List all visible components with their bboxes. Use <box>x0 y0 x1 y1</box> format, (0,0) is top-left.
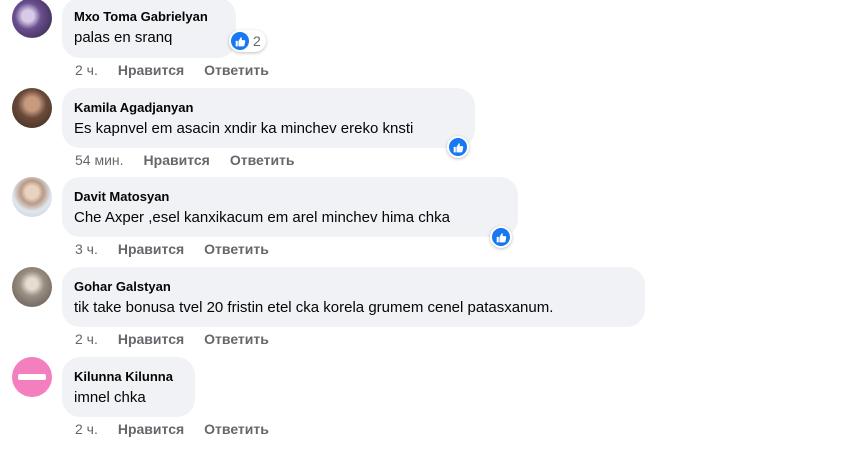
reaction-count: 2 <box>253 33 261 49</box>
comment-bubble: Kamila Agadjanyan Es kapnvel em asacin x… <box>62 88 475 148</box>
comment-actions: 2 ч. Нравится Ответить <box>75 331 289 347</box>
like-button[interactable]: Нравится <box>118 62 184 78</box>
comment-bubble: Мхо Toma Gabrielyan palas en sranq <box>62 0 236 58</box>
like-icon <box>449 138 467 156</box>
comment-text: Che Axper ,esel kanxikacum em arel minch… <box>74 209 450 226</box>
comment-bubble: Kilunna Kilunna imnel chka <box>62 357 195 417</box>
logo-icon <box>18 374 46 380</box>
avatar[interactable] <box>12 267 52 307</box>
reaction-summary[interactable] <box>490 226 512 248</box>
like-icon <box>492 228 510 246</box>
comment-author[interactable]: Мхо Toma Gabrielyan <box>74 9 224 25</box>
comment-author[interactable]: Davit Matosyan <box>74 189 506 205</box>
reply-button[interactable]: Ответить <box>204 331 269 347</box>
comment-actions: 2 ч. Нравится Ответить <box>75 421 289 437</box>
comment-bubble: Davit Matosyan Che Axper ,esel kanxikacu… <box>62 177 518 237</box>
avatar[interactable] <box>12 88 52 128</box>
like-button[interactable]: Нравится <box>118 331 184 347</box>
like-icon <box>231 32 249 50</box>
avatar[interactable] <box>12 177 52 217</box>
comment-text: Es kapnvel em asacin xndir ka minchev er… <box>74 120 414 137</box>
comment-author[interactable]: Kilunna Kilunna <box>74 369 183 385</box>
comment-author[interactable]: Gohar Galstyan <box>74 279 633 295</box>
avatar[interactable] <box>12 0 52 38</box>
comment-timestamp[interactable]: 54 мин. <box>75 152 124 168</box>
reaction-summary[interactable] <box>447 136 469 158</box>
comment-bubble: Gohar Galstyan tik take bonusa tvel 20 f… <box>62 267 645 327</box>
reply-button[interactable]: Ответить <box>204 62 269 78</box>
avatar[interactable] <box>12 357 52 397</box>
comment-actions: 54 мин. Нравится Ответить <box>75 152 315 168</box>
reply-button[interactable]: Ответить <box>204 241 269 257</box>
comment-timestamp[interactable]: 3 ч. <box>75 241 98 257</box>
comment-text: tik take bonusa tvel 20 fristin etel cka… <box>74 299 554 316</box>
like-button[interactable]: Нравится <box>144 152 210 168</box>
comment-timestamp[interactable]: 2 ч. <box>75 331 98 347</box>
like-button[interactable]: Нравится <box>118 421 184 437</box>
comment-actions: 3 ч. Нравится Ответить <box>75 241 289 257</box>
reaction-summary[interactable]: 2 <box>229 30 266 52</box>
comment-actions: 2 ч. Нравится Ответить <box>75 62 289 78</box>
like-button[interactable]: Нравится <box>118 241 184 257</box>
comment-author[interactable]: Kamila Agadjanyan <box>74 100 463 116</box>
comment-timestamp[interactable]: 2 ч. <box>75 62 98 78</box>
reply-button[interactable]: Ответить <box>204 421 269 437</box>
comment-timestamp[interactable]: 2 ч. <box>75 421 98 437</box>
comment-text: palas en sranq <box>74 29 173 46</box>
comment-text: imnel chka <box>74 389 146 406</box>
reply-button[interactable]: Ответить <box>230 152 295 168</box>
